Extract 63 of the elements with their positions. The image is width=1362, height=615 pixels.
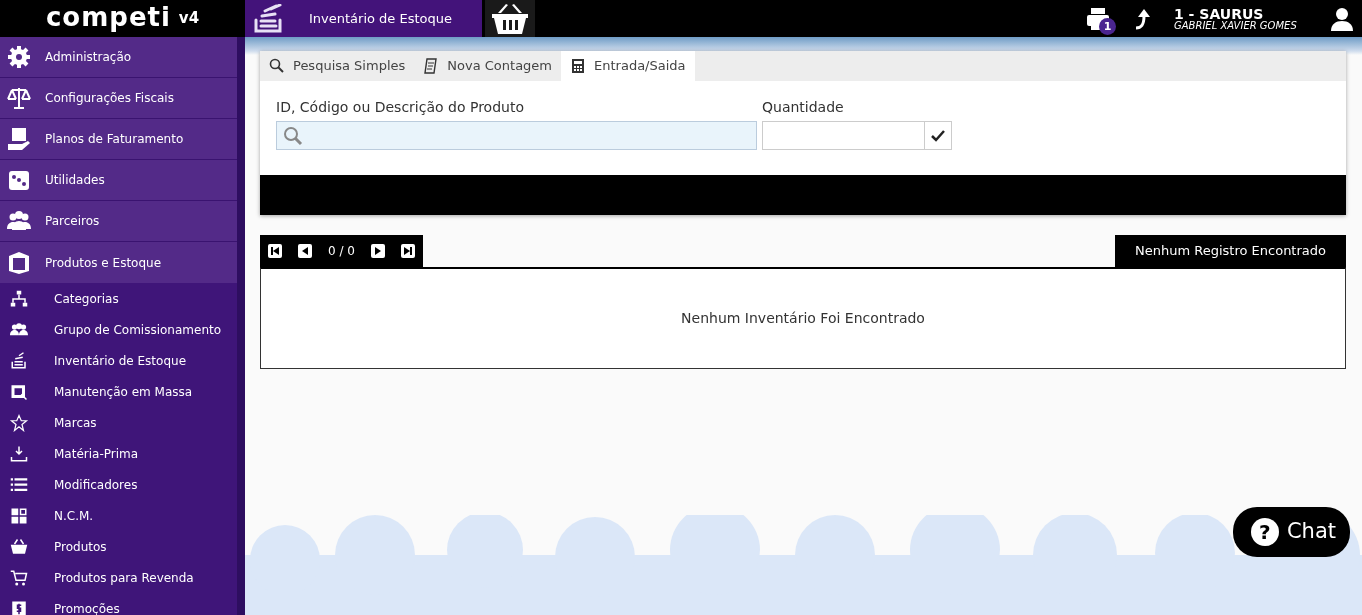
sidebar-item[interactable]: Produtos e Estoque xyxy=(0,242,237,283)
logo-text: competi xyxy=(45,3,171,30)
product-search-field[interactable] xyxy=(276,121,757,150)
tab[interactable]: Pesquisa Simples xyxy=(260,51,415,81)
left-triangle-icon xyxy=(300,246,310,256)
submenu-item[interactable]: Modificadores xyxy=(0,469,237,500)
first-icon xyxy=(270,246,280,256)
list-icon xyxy=(8,475,30,494)
last-icon xyxy=(402,246,413,256)
confirm-button[interactable] xyxy=(924,121,952,150)
tab[interactable]: Entrada/Saida xyxy=(561,51,695,81)
submenu-item[interactable]: Inventário de Estoque xyxy=(0,345,237,376)
next-page-button[interactable] xyxy=(370,244,385,258)
cart-icon xyxy=(8,568,30,587)
previous-page-button[interactable] xyxy=(298,244,312,258)
basket-icon[interactable] xyxy=(490,1,530,36)
company-name: 1 - SAURUS xyxy=(1174,6,1264,21)
chat-button[interactable]: ? Chat xyxy=(1232,507,1350,557)
submenu-item[interactable]: Manutenção em Massa xyxy=(0,376,237,407)
hierarchy-icon xyxy=(8,289,30,308)
field-label: ID, Código ou Descrição do Produto xyxy=(276,98,525,117)
record-status: Nenhum Registro Encontrado xyxy=(1115,235,1346,267)
sidebar-item[interactable]: Parceiros xyxy=(0,201,237,242)
user-icon[interactable] xyxy=(1330,6,1354,31)
people-icon xyxy=(6,209,32,233)
first-page-button[interactable] xyxy=(268,244,282,258)
scales-icon xyxy=(6,86,32,110)
check-icon xyxy=(931,130,945,142)
sidebar-item[interactable]: Configurações Fiscais xyxy=(0,78,237,119)
version-label: v4 xyxy=(178,8,200,29)
field-label: Quantidade xyxy=(762,98,845,117)
submenu-item[interactable]: Grupo de Comissionamento xyxy=(0,314,237,345)
calculator-icon xyxy=(570,58,586,74)
right-triangle-icon xyxy=(372,246,383,256)
arrow-up-icon[interactable] xyxy=(1134,7,1150,30)
box-icon xyxy=(6,250,32,275)
empty-message: Nenhum Inventário Foi Encontrado xyxy=(681,309,925,328)
dice-icon xyxy=(6,168,32,192)
download-icon xyxy=(8,444,30,463)
sidebar-item[interactable]: Planos de Faturamento xyxy=(0,119,237,160)
last-page-button[interactable] xyxy=(400,244,415,258)
quantity-field[interactable] xyxy=(762,121,924,150)
gear-icon xyxy=(6,45,32,69)
sidebar-item[interactable]: Utilidades xyxy=(0,160,237,201)
search-icon xyxy=(283,125,303,146)
document-icon xyxy=(423,58,440,74)
submenu-item[interactable]: Promoções xyxy=(0,593,237,615)
submenu-item[interactable]: Produtos xyxy=(0,531,237,562)
search-icon xyxy=(269,58,285,74)
submenu-item[interactable]: N.C.M. xyxy=(0,500,237,531)
submenu-item[interactable]: Categorias xyxy=(0,283,237,314)
submenu-item[interactable]: Produtos para Revenda xyxy=(0,562,237,593)
submenu-item[interactable]: Matéria-Prima xyxy=(0,438,237,469)
page-title: Inventário de Estoque xyxy=(309,9,453,28)
basket-icon xyxy=(8,537,30,556)
user-name: GABRIEL XAVIER GOMES xyxy=(1174,20,1298,31)
star-icon xyxy=(8,413,30,432)
submenu-item[interactable]: Marcas xyxy=(0,407,237,438)
sidebar-item[interactable]: Administração xyxy=(0,37,237,78)
tab[interactable]: Nova Contagem xyxy=(414,51,561,81)
page-counter: 0 / 0 xyxy=(328,243,355,260)
hand-box-icon xyxy=(6,127,32,151)
stack-icon xyxy=(253,3,285,34)
